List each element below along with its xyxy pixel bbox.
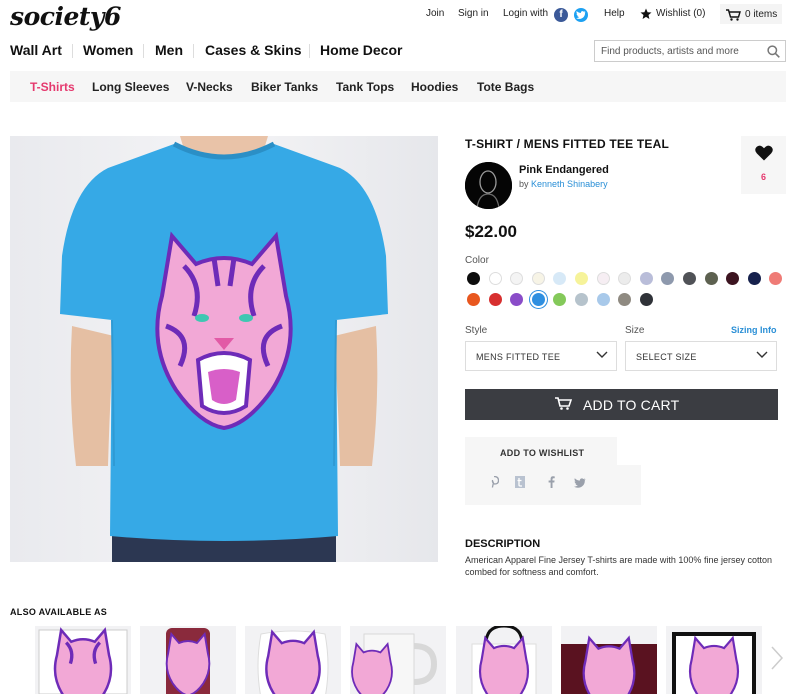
color-label: Color xyxy=(465,255,489,266)
color-swatch[interactable] xyxy=(553,293,567,306)
subnav-long-sleeves[interactable]: Long Sleeves xyxy=(92,80,169,94)
heart-icon[interactable] xyxy=(755,145,773,166)
wishlist-star-icon[interactable] xyxy=(640,8,652,23)
color-swatch[interactable] xyxy=(510,293,524,306)
society6-logo[interactable]: society6 xyxy=(10,2,121,31)
color-swatch[interactable] xyxy=(553,272,567,285)
add-to-cart-label: ADD TO CART xyxy=(583,397,680,413)
size-select[interactable]: SELECT SIZE xyxy=(625,341,777,371)
style-label: Style xyxy=(465,325,488,336)
chevron-down-icon xyxy=(596,351,608,361)
sign-in-link[interactable]: Sign in xyxy=(458,8,489,19)
color-swatch[interactable] xyxy=(531,272,545,285)
category-subnav: T-Shirts Long Sleeves V-Necks Biker Tank… xyxy=(10,71,786,102)
subnav-hoodies[interactable]: Hoodies xyxy=(411,80,458,94)
chevron-down-icon xyxy=(756,351,768,361)
product-image[interactable] xyxy=(10,136,438,562)
artist-avatar[interactable] xyxy=(465,162,512,209)
cart-icon xyxy=(555,397,573,413)
color-swatch[interactable] xyxy=(618,293,632,306)
style-select[interactable]: MENS FITTED TEE xyxy=(465,341,617,371)
artist-link[interactable]: Kenneth Shinabery xyxy=(531,179,608,189)
style-select-value: MENS FITTED TEE xyxy=(476,352,561,362)
cart-count: 0 items xyxy=(745,9,778,20)
favorite-button[interactable]: 6 xyxy=(741,136,786,194)
facebook-icon[interactable] xyxy=(548,475,555,493)
also-available-heading: ALSO AVAILABLE AS xyxy=(10,607,108,617)
facebook-login-icon[interactable]: f xyxy=(554,8,568,22)
thumb-mug[interactable] xyxy=(350,626,446,694)
color-swatch[interactable] xyxy=(467,293,480,306)
add-to-cart-button[interactable]: ADD TO CART xyxy=(465,389,778,420)
artwork-name[interactable]: Pink Endangered xyxy=(519,164,609,176)
nav-cases-skins[interactable]: Cases & Skins xyxy=(205,42,302,58)
nav-home-decor[interactable]: Home Decor xyxy=(320,42,402,58)
description-text: American Apparel Fine Jersey T-shirts ar… xyxy=(465,555,772,577)
thumb-rug[interactable] xyxy=(561,626,657,694)
thumb-throw-pillow[interactable] xyxy=(245,626,341,694)
color-swatch[interactable] xyxy=(488,293,502,306)
color-swatch[interactable] xyxy=(596,272,610,285)
nav-divider xyxy=(143,44,144,58)
size-select-value: SELECT SIZE xyxy=(636,352,697,362)
thumb-tote-bag[interactable] xyxy=(456,626,552,694)
nav-divider xyxy=(72,44,73,58)
description-heading: DESCRIPTION xyxy=(465,538,541,550)
twitter-icon[interactable] xyxy=(574,475,586,493)
color-swatch[interactable] xyxy=(704,272,718,285)
color-swatch[interactable] xyxy=(639,272,653,285)
add-to-wishlist-label[interactable]: ADD TO WISHLIST xyxy=(500,448,584,458)
subnav-tank-tops[interactable]: Tank Tops xyxy=(336,80,394,94)
pinterest-icon[interactable] xyxy=(489,475,500,493)
wishlist-link[interactable]: Wishlist (0) xyxy=(656,8,705,19)
chevron-right-icon[interactable] xyxy=(770,645,784,676)
cart-button[interactable]: 0 items xyxy=(720,4,782,24)
color-swatch[interactable] xyxy=(769,272,783,285)
color-swatch[interactable] xyxy=(467,272,480,285)
color-swatch[interactable] xyxy=(683,272,696,285)
artist-byline: by Kenneth Shinabery xyxy=(519,179,608,189)
subnav-v-necks[interactable]: V-Necks xyxy=(186,80,233,94)
join-link[interactable]: Join xyxy=(426,8,444,19)
login-with-label: Login with xyxy=(503,8,549,19)
subnav-tote-bags[interactable]: Tote Bags xyxy=(477,80,534,94)
thumb-framed-print[interactable] xyxy=(666,626,762,694)
search-box xyxy=(594,40,786,62)
subnav-biker-tanks[interactable]: Biker Tanks xyxy=(251,80,318,94)
color-swatch[interactable] xyxy=(575,272,588,285)
help-link[interactable]: Help xyxy=(604,8,625,19)
twitter-login-icon[interactable] xyxy=(574,8,588,22)
color-swatch[interactable] xyxy=(596,293,610,306)
color-swatch[interactable] xyxy=(575,293,588,306)
thumb-art-print[interactable] xyxy=(35,626,131,694)
by-label: by xyxy=(519,179,529,189)
product-title: T-SHIRT / MENS FITTED TEE TEAL xyxy=(465,137,669,151)
nav-women[interactable]: Women xyxy=(83,42,133,58)
subnav-tshirts[interactable]: T-Shirts xyxy=(30,80,75,94)
color-swatch[interactable] xyxy=(639,293,653,306)
nav-divider xyxy=(309,44,310,58)
size-label: Size xyxy=(625,325,645,336)
color-swatch[interactable] xyxy=(531,293,545,306)
nav-divider xyxy=(193,44,194,58)
color-swatch[interactable] xyxy=(618,272,632,285)
cart-icon xyxy=(726,8,741,26)
search-input[interactable] xyxy=(595,41,759,61)
price: $22.00 xyxy=(465,222,517,241)
thumb-iphone-case[interactable] xyxy=(140,626,236,694)
color-swatch[interactable] xyxy=(726,272,740,285)
color-swatch[interactable] xyxy=(488,272,502,285)
favorite-count: 6 xyxy=(760,172,766,182)
nav-men[interactable]: Men xyxy=(155,42,183,58)
sizing-info-link[interactable]: Sizing Info xyxy=(731,325,777,335)
tumblr-icon[interactable] xyxy=(515,475,525,493)
color-swatch[interactable] xyxy=(747,272,761,285)
color-swatch[interactable] xyxy=(510,272,524,285)
color-swatch[interactable] xyxy=(661,272,675,285)
nav-wall-art[interactable]: Wall Art xyxy=(10,42,62,58)
search-icon[interactable] xyxy=(767,45,780,63)
color-swatches xyxy=(465,272,785,312)
